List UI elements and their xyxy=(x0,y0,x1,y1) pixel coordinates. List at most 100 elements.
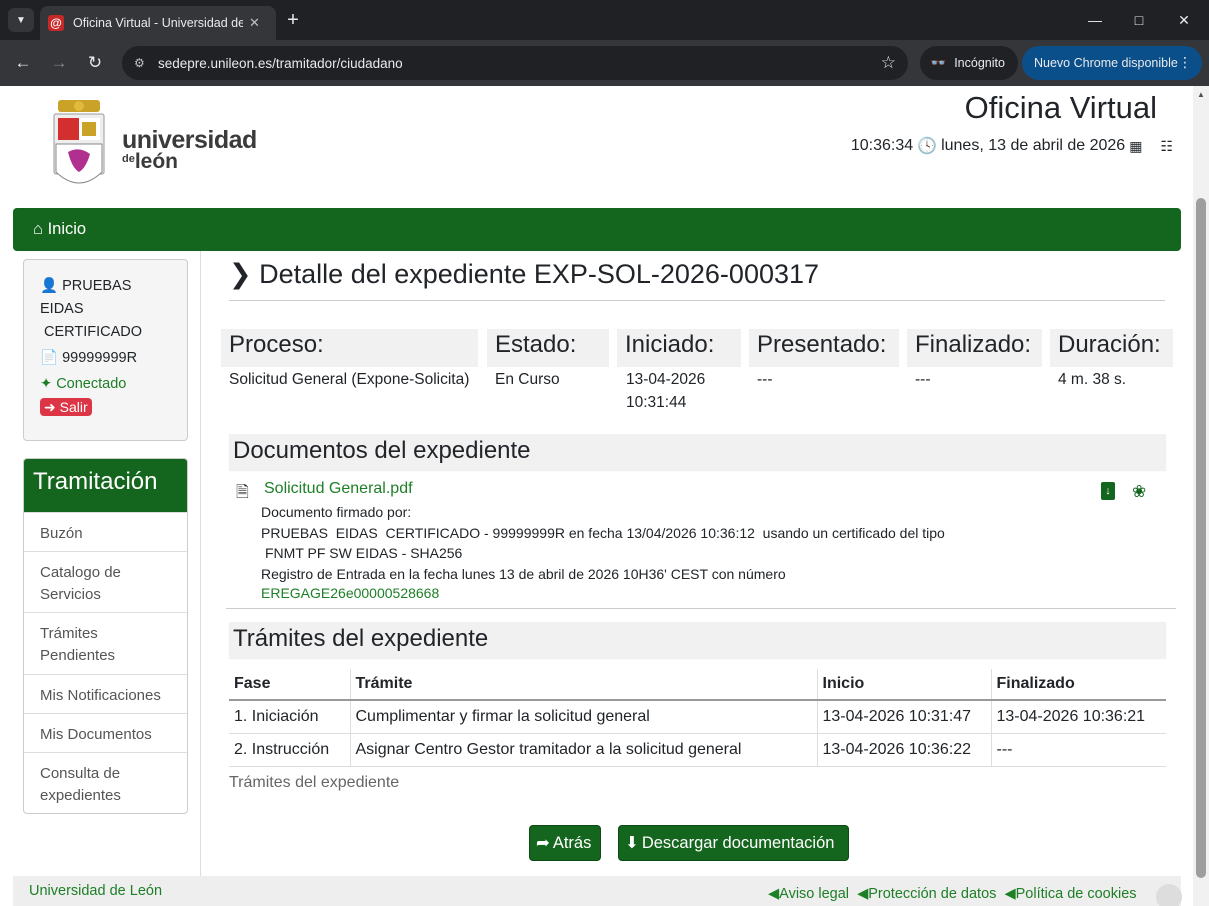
detail-heading: ❯ Detalle del expediente EXP-SOL-2026-00… xyxy=(229,259,819,290)
clock-icon: 🕓 xyxy=(917,138,938,155)
footer-org-link[interactable]: Universidad de León xyxy=(29,883,162,899)
summary-value-finalizado: --- xyxy=(915,371,931,388)
cell-tramite: Asignar Centro Gestor tramitador a la so… xyxy=(350,733,818,767)
documents-divider xyxy=(226,608,1176,609)
logout-label: Salir xyxy=(59,399,88,415)
maximize-icon[interactable]: □ xyxy=(1124,8,1154,32)
cell-fase: 2. Instrucción xyxy=(229,733,351,767)
user-name-line2: EIDAS xyxy=(40,301,84,317)
column-header-finalizado: Finalizado xyxy=(991,669,1166,701)
calendar-icon: ▦ xyxy=(1129,137,1143,154)
update-label: Nuevo Chrome disponible xyxy=(1034,56,1178,70)
registry-number-link[interactable]: EREGAGE26e00000528668 xyxy=(261,585,439,601)
browser-tab[interactable]: @ Oficina Virtual - Universidad de ✕ xyxy=(40,6,276,40)
bookmark-star-icon[interactable]: ☆ xyxy=(881,53,896,73)
scrollbar-thumb[interactable] xyxy=(1196,198,1206,878)
user-panel: 👤 PRUEBAS EIDAS CERTIFICADO 📄 99999999R … xyxy=(23,259,188,441)
new-tab-button[interactable]: + xyxy=(284,8,302,32)
url-text: sedepre.unileon.es/tramitador/ciudadano xyxy=(158,55,403,71)
university-crest-logo xyxy=(53,100,105,184)
back-button[interactable]: ➦ Atrás xyxy=(529,825,601,861)
site-info-icon[interactable]: ⚙ xyxy=(134,56,148,70)
heading-divider xyxy=(229,300,1165,301)
sidebar-title: Tramitación xyxy=(24,459,187,512)
footer-link-aviso-legal[interactable]: ◀Aviso legal xyxy=(768,886,849,902)
datetime-bar: 10:36:34 🕓 lunes, 13 de abril de 2026 ▦ … xyxy=(851,136,1173,156)
summary-label-finalizado: Finalizado: xyxy=(907,329,1042,367)
cell-fase: 1. Iniciación xyxy=(229,700,351,734)
incognito-indicator[interactable]: 👓 Incógnito xyxy=(920,46,1018,80)
reload-icon[interactable]: ↻ xyxy=(83,51,107,75)
id-card-icon: 📄 xyxy=(40,350,59,366)
column-header-inicio: Inicio xyxy=(817,669,992,701)
certificate-icon[interactable]: ❀ xyxy=(1132,482,1146,502)
sidebar-item-tramites-pendientes[interactable]: Trámites Pendientes xyxy=(24,612,187,674)
cell-tramite: Cumplimentar y firmar la solicitud gener… xyxy=(350,700,818,734)
browser-toolbar: ← → ↻ ⚙ sedepre.unileon.es/tramitador/ci… xyxy=(0,40,1209,86)
summary-label-estado: Estado: xyxy=(487,329,609,367)
table-row: 2. Instrucción Asignar Centro Gestor tra… xyxy=(229,733,1166,767)
minimize-icon[interactable]: — xyxy=(1080,8,1110,32)
column-header-fase: Fase xyxy=(229,669,351,701)
sidebar-item-documentos[interactable]: Mis Documentos xyxy=(24,713,187,752)
documents-heading: Documentos del expediente xyxy=(229,434,1166,470)
home-link[interactable]: ⌂ Inicio xyxy=(33,220,86,239)
user-name-line3: CERTIFICADO xyxy=(44,324,143,340)
table-row: 1. Iniciación Cumplimentar y firmar la s… xyxy=(229,700,1166,734)
signed-by-label: Documento firmado por: xyxy=(261,504,412,520)
footer-link-proteccion-datos[interactable]: ◀Protección de datos xyxy=(857,886,996,902)
page-scrollbar[interactable]: ▲ xyxy=(1193,86,1209,906)
scroll-up-arrow-icon[interactable]: ▲ xyxy=(1197,90,1205,99)
logout-button[interactable]: ➜ Salir xyxy=(40,398,92,416)
user-name: 👤 PRUEBAS xyxy=(40,278,132,294)
cell-finalizado: 13-04-2026 10:36:21 xyxy=(991,700,1166,734)
close-tab-icon[interactable]: ✕ xyxy=(249,15,260,31)
plug-icon: ✦ xyxy=(40,376,53,392)
tramites-heading: Trámites del expediente xyxy=(229,622,1166,658)
incognito-icon: 👓 xyxy=(930,55,947,70)
file-icon: 🗎 xyxy=(236,484,249,501)
scroll-to-top-button[interactable] xyxy=(1156,884,1182,906)
detail-heading-text: Detalle del expediente EXP-SOL-2026-0003… xyxy=(259,259,820,289)
summary-value-duracion: 4 m. 38 s. xyxy=(1058,371,1127,388)
sidebar-item-notificaciones[interactable]: Mis Notificaciones xyxy=(24,674,187,713)
download-button-label: Descargar documentación xyxy=(641,833,835,852)
table-caption: Trámites del expediente xyxy=(229,774,400,791)
chrome-update-button[interactable]: Nuevo Chrome disponible ⋮ xyxy=(1022,46,1202,80)
user-id: 📄 99999999R xyxy=(40,350,138,366)
tab-search-button[interactable]: ▼ xyxy=(8,8,34,32)
summary-value-estado: En Curso xyxy=(495,371,560,388)
summary-value-presentado: --- xyxy=(757,371,773,388)
sitemap-icon[interactable]: ☷ xyxy=(1160,138,1173,155)
back-arrow-icon[interactable]: ← xyxy=(11,51,35,75)
tab-title: Oficina Virtual - Universidad de xyxy=(73,16,243,30)
kebab-menu-icon[interactable]: ⋮ xyxy=(1178,54,1192,71)
download-file-icon[interactable]: ↓ xyxy=(1101,482,1115,500)
certificate-type: FNMT PF SW EIDAS - SHA256 xyxy=(265,545,463,561)
download-icon: ⬇ xyxy=(625,834,639,852)
cell-inicio: 13-04-2026 10:31:47 xyxy=(817,700,992,734)
connection-status: ✦ Conectado xyxy=(40,376,127,392)
site-favicon-icon: @ xyxy=(48,15,64,31)
sidebar-menu: Tramitación Buzón Catalogo de Servicios … xyxy=(23,458,188,814)
sidebar-item-catalogo[interactable]: Catalogo de Servicios xyxy=(24,551,187,612)
signer-details: PRUEBAS EIDAS CERTIFICADO - 99999999R en… xyxy=(261,525,945,541)
cell-inicio: 13-04-2026 10:36:22 xyxy=(817,733,992,767)
column-header-tramite: Trámite xyxy=(350,669,818,701)
address-bar[interactable]: ⚙ sedepre.unileon.es/tramitador/ciudadan… xyxy=(122,46,908,80)
footer-link-cookies[interactable]: ◀Política de cookies xyxy=(1004,886,1136,902)
close-window-icon[interactable]: ✕ xyxy=(1169,8,1199,32)
forward-arrow-icon[interactable]: → xyxy=(47,51,71,75)
page-title: Oficina Virtual xyxy=(964,90,1157,125)
content-divider xyxy=(200,251,201,878)
current-date: lunes, 13 de abril de 2026 xyxy=(941,137,1126,154)
document-link[interactable]: Solicitud General.pdf xyxy=(264,480,413,498)
chevron-right-icon: ❯ xyxy=(229,259,252,289)
sidebar-item-buzon[interactable]: Buzón xyxy=(24,512,187,551)
summary-label-iniciado: Iniciado: xyxy=(617,329,741,367)
sidebar-item-consulta-expedientes[interactable]: Consulta de expedientes xyxy=(24,752,187,813)
download-documentation-button[interactable]: ⬇ Descargar documentación xyxy=(618,825,849,861)
footer-links: ◀Aviso legal ◀Protección de datos ◀Polít… xyxy=(768,886,1137,902)
browser-tab-strip: ▼ @ Oficina Virtual - Universidad de ✕ +… xyxy=(0,0,1209,40)
tramites-table: Fase Trámite Inicio Finalizado 1. Inicia… xyxy=(229,669,1166,767)
